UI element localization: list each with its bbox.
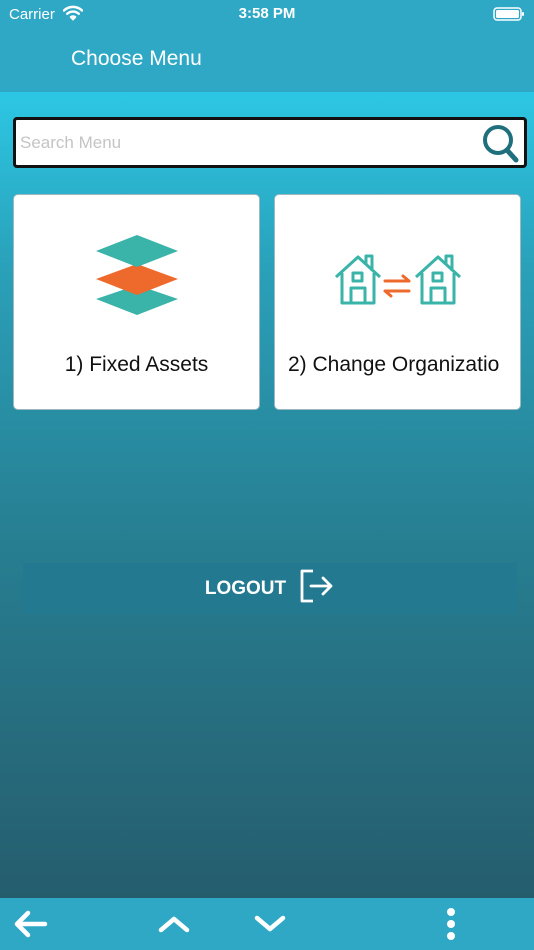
logout-button[interactable]: LOGOUT [23,563,517,614]
bottom-toolbar [0,898,534,950]
search-input[interactable] [20,130,460,156]
menu-card-fixed-assets[interactable]: 1) Fixed Assets [13,194,260,410]
chevron-up-icon[interactable] [152,898,196,950]
chevron-down-icon[interactable] [248,898,292,950]
search-icon[interactable] [482,124,520,169]
menu-card-label: 1) Fixed Assets [64,353,209,376]
more-vertical-icon[interactable] [431,898,471,950]
nav-header: Choose Menu [0,30,534,92]
battery-icon [493,6,525,27]
back-arrow-icon[interactable] [8,898,52,950]
status-bar: Carrier 3:58 PM [0,0,534,30]
menu-card-label: 2) Change Organizatio [288,353,500,376]
menu-card-change-organization[interactable]: 2) Change Organizatio [274,194,521,410]
logout-label: LOGOUT [204,577,287,599]
page-title: Choose Menu [71,47,202,70]
status-time: 3:58 PM [238,5,296,22]
layers-icon [14,229,259,321]
main-content: 1) Fixed Assets [0,92,534,898]
logout-icon [299,569,335,608]
search-bar [13,117,527,168]
house-transfer-icon [275,229,520,311]
